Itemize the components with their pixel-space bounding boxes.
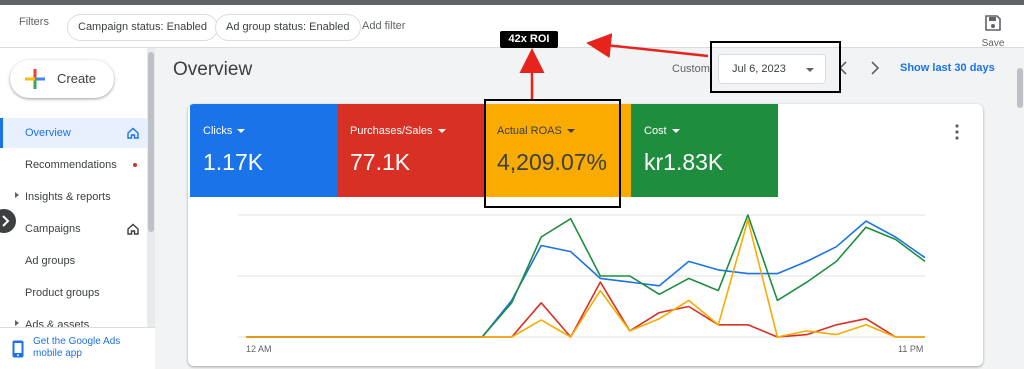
metric-label: Clicks [203, 125, 233, 137]
sidebar-item-overview[interactable]: Overview [0, 118, 147, 148]
filters-label: Filters [19, 16, 49, 28]
page-title: Overview [173, 59, 253, 80]
x-tick-label-end: 11 PM [898, 344, 923, 354]
plus-icon [25, 69, 45, 89]
filter-chip-ad-group-status[interactable]: Ad group status: Enabled [215, 14, 361, 41]
chevron-right-icon [2, 215, 10, 227]
sidebar-item-label: Overview [25, 127, 71, 139]
metric-card-purchases-sales[interactable]: Purchases/Sales 77.1K [337, 104, 484, 197]
x-tick-label-start: 12 AM [246, 344, 272, 354]
main-scrollbar-thumb[interactable] [1017, 68, 1023, 108]
home-icon [127, 223, 139, 235]
metric-card-clicks[interactable]: Clicks 1.17K [190, 104, 337, 197]
sidebar-scrollbar[interactable] [147, 48, 155, 328]
mobile-app-promo[interactable]: Get the Google Ads mobile app [0, 327, 155, 369]
phone-icon [12, 340, 24, 358]
more-options-icon[interactable] [955, 124, 959, 140]
metric-value: 1.17K [203, 149, 264, 175]
sidebar-item-product-groups[interactable]: Product groups [0, 278, 147, 308]
expand-caret-icon [15, 192, 19, 198]
home-icon [127, 127, 139, 139]
mobile-app-link[interactable]: Get the Google Ads mobile app [33, 336, 145, 360]
metric-value: kr1.83K [644, 149, 724, 175]
sidebar: Create Overview Recommendations Insights… [0, 48, 147, 369]
annotation-highlight-roas [484, 99, 621, 208]
sidebar-item-campaigns[interactable]: Campaigns [0, 214, 147, 244]
sidebar-item-label: Insights & reports [25, 191, 111, 203]
chart-series-line-2 [246, 281, 925, 338]
sidebar-item-label: Campaigns [25, 223, 81, 235]
show-last-30-days-link[interactable]: Show last 30 days [900, 62, 995, 74]
date-range-custom-label: Custom [672, 63, 710, 75]
caret-down-icon [671, 129, 680, 133]
chart-series-line-0 [246, 220, 926, 338]
expand-caret-icon [15, 320, 19, 326]
sidebar-item-ad-groups[interactable]: Ad groups [0, 246, 147, 276]
performance-line-chart: 12 AM 11 PM [238, 214, 926, 354]
save-icon [985, 15, 1001, 31]
sidebar-scrollbar-thumb[interactable] [148, 52, 154, 232]
annotation-highlight-date [710, 41, 841, 93]
create-button[interactable]: Create [10, 60, 114, 98]
sidebar-item-label: Recommendations [25, 159, 117, 171]
sidebar-item-label: Ad groups [25, 255, 76, 267]
metric-card-cost[interactable]: Cost kr1.83K [631, 104, 778, 197]
caret-down-icon [437, 129, 446, 133]
main-scrollbar[interactable] [1016, 48, 1024, 369]
sidebar-item-label: Product groups [25, 287, 100, 299]
sidebar-item-recommendations[interactable]: Recommendations [0, 150, 147, 180]
annotation-callout: 42x ROI [500, 31, 558, 48]
add-filter-button[interactable]: Add filter [362, 20, 405, 32]
caret-down-icon [237, 129, 246, 133]
sidebar-item-insights-reports[interactable]: Insights & reports [0, 182, 147, 212]
filter-chip-campaign-status[interactable]: Campaign status: Enabled [67, 14, 219, 41]
metric-label: Purchases/Sales [350, 125, 433, 137]
metric-value: 77.1K [350, 149, 411, 175]
chart-series-line-3 [246, 219, 925, 338]
chevron-right-icon[interactable] [870, 61, 880, 75]
collapse-sidebar-button[interactable] [0, 209, 16, 233]
save-button[interactable]: Save [976, 10, 1010, 50]
create-label: Create [57, 71, 97, 86]
notification-dot-icon [133, 163, 137, 167]
metric-label: Cost [644, 125, 667, 137]
